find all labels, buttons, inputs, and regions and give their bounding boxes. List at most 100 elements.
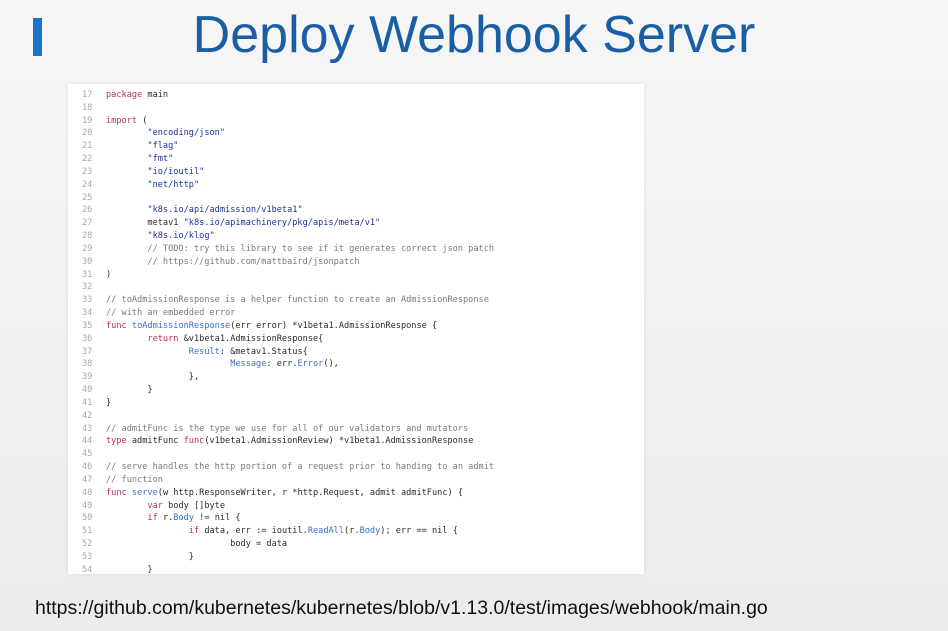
code-line: 46 // serve handles the http portion of a… — [68, 461, 494, 474]
code-line: 39 }, — [68, 371, 199, 384]
code-line: 22 "fmt" — [68, 153, 173, 166]
line-number: 41 — [82, 397, 93, 408]
line-number: 27 — [82, 218, 93, 229]
code-text: "fmt" — [147, 154, 174, 165]
line-number: 40 — [82, 385, 93, 396]
line-number: 43 — [82, 423, 93, 434]
code-text: }, — [106, 372, 200, 383]
line-number: 28 — [82, 231, 93, 242]
code-text: // TODO: try this library to see if it g… — [106, 243, 495, 254]
code-line: 36 return &v1beta1.AdmissionResponse{ — [68, 333, 323, 346]
code-text: "k8s.io/klog" — [147, 231, 215, 242]
code-text: func serve(w http.ResponseWriter, r *htt… — [106, 487, 464, 498]
code-line: 30 // https://github.com/mattbaird/jsonp… — [68, 256, 360, 269]
code-text: return &v1beta1.AdmissionResponse{ — [147, 333, 324, 344]
code-line: 24 "net/http" — [68, 179, 199, 192]
code-line: 49 var body []byte — [68, 500, 225, 513]
code-line: 31) — [68, 269, 111, 282]
code-line: 53 } — [68, 551, 194, 564]
code-text: // with an embedded error — [106, 308, 236, 319]
code-text: body = data — [106, 539, 288, 550]
code-line: 23 "io/ioutil" — [68, 166, 204, 179]
line-number: 53 — [82, 551, 93, 562]
code-line: 42 — [68, 410, 106, 423]
line-number: 18 — [82, 102, 93, 113]
code-line: 33 // toAdmissionResponse is a helper fun… — [68, 294, 489, 307]
line-number: 47 — [82, 474, 93, 485]
line-number: 50 — [82, 513, 93, 524]
line-number: 23 — [82, 166, 93, 177]
code-line: 19 import ( — [68, 115, 147, 128]
code-line: 48 func serve(w http.ResponseWriter, r *h… — [68, 487, 463, 500]
line-number: 21 — [82, 141, 93, 152]
code-line: 40 } — [68, 384, 153, 397]
code-line: 35 func toAdmissionResponse(err error) *v… — [68, 320, 437, 333]
line-number: 20 — [82, 128, 93, 139]
code-text: // https://github.com/mattbaird/jsonpatc… — [106, 256, 360, 267]
code-line: 29 // TODO: try this library to see if i… — [68, 243, 494, 256]
code-line: 37 Result: &metav1.Status{ — [68, 346, 308, 359]
code-line: 38 Message: err.Error(), — [68, 358, 339, 371]
line-number: 30 — [82, 256, 93, 267]
code-line: 25 — [68, 192, 106, 205]
code-text: "io/ioutil" — [147, 166, 205, 177]
code-text: ) — [106, 269, 112, 280]
code-line: 20 "encoding/json" — [68, 127, 225, 140]
line-number: 17 — [82, 90, 93, 100]
code-line: 47 // function — [68, 474, 163, 487]
code-text: "k8s.io/api/admission/v1beta1" — [147, 205, 303, 216]
code-line: 27 metav1 "k8s.io/apimachinery/pkg/apis/… — [68, 217, 380, 230]
code-text: var body []byte — [147, 500, 226, 511]
code-text: type admitFunc func(v1beta1.AdmissionRev… — [106, 436, 474, 447]
code-line: 21 "flag" — [68, 140, 178, 153]
code-line: 45 — [68, 448, 106, 461]
line-number: 44 — [82, 436, 93, 447]
code-screenshot-panel: 17 package main 18 19 import (20 "encoding/j… — [68, 84, 644, 574]
code-line: 54 } — [68, 564, 153, 574]
line-number: 33 — [82, 295, 93, 306]
line-number: 37 — [82, 346, 93, 357]
code-line: 44 type admitFunc func(v1beta1.AdmissionR… — [68, 435, 473, 448]
code-line: 34 // with an embedded error — [68, 307, 235, 320]
code-text: import ( — [106, 115, 148, 126]
code-text: // function — [106, 474, 163, 485]
line-number: 52 — [82, 539, 93, 550]
code-line: 52 body = data — [68, 538, 287, 551]
code-line: 51 if data, err := ioutil.ReadAll(r.Body… — [68, 525, 458, 538]
line-number: 45 — [82, 449, 93, 460]
line-number: 38 — [82, 359, 93, 370]
code-text: "net/http" — [147, 179, 200, 190]
line-number: 24 — [82, 179, 93, 190]
code-text: func toAdmissionResponse(err error) *v1b… — [106, 320, 438, 331]
code-text: // admitFunc is the type we use for all … — [106, 423, 469, 434]
line-number: 54 — [82, 564, 93, 574]
code-text: Message: err.Error(), — [230, 359, 339, 370]
code-line: 43 // admitFunc is the type we use for al… — [68, 423, 468, 436]
line-number: 32 — [82, 282, 93, 293]
line-number: 39 — [82, 372, 93, 383]
code-text: "flag" — [147, 141, 179, 152]
line-number: 31 — [82, 269, 93, 280]
code-text: } — [106, 397, 112, 408]
line-number: 29 — [82, 243, 93, 254]
code-line: 41} — [68, 397, 111, 410]
line-number: 42 — [82, 410, 93, 421]
code-line: 26 "k8s.io/api/admission/v1beta1" — [68, 204, 303, 217]
slide-title: Deploy Webhook Server — [192, 6, 756, 64]
line-number: 46 — [82, 462, 93, 473]
line-number: 48 — [82, 487, 93, 498]
code-text: } — [106, 564, 153, 574]
source-url: https://github.com/kubernetes/kubernetes… — [35, 597, 768, 619]
code-text: if data, err := ioutil.ReadAll(r.Body); … — [188, 526, 458, 537]
line-number: 25 — [82, 192, 93, 203]
line-number: 35 — [82, 320, 93, 331]
code-text: // toAdmissionResponse is a helper funct… — [106, 295, 489, 306]
code-text: "encoding/json" — [147, 128, 226, 139]
code-text: Result: &metav1.Status{ — [188, 346, 308, 357]
code-line: 18 — [68, 102, 106, 115]
line-number: 19 — [82, 115, 93, 126]
code-text: } — [106, 551, 194, 562]
code-line: 17 package main — [68, 89, 168, 102]
line-number: 22 — [82, 154, 93, 165]
code-text: // serve handles the http portion of a r… — [106, 462, 495, 473]
